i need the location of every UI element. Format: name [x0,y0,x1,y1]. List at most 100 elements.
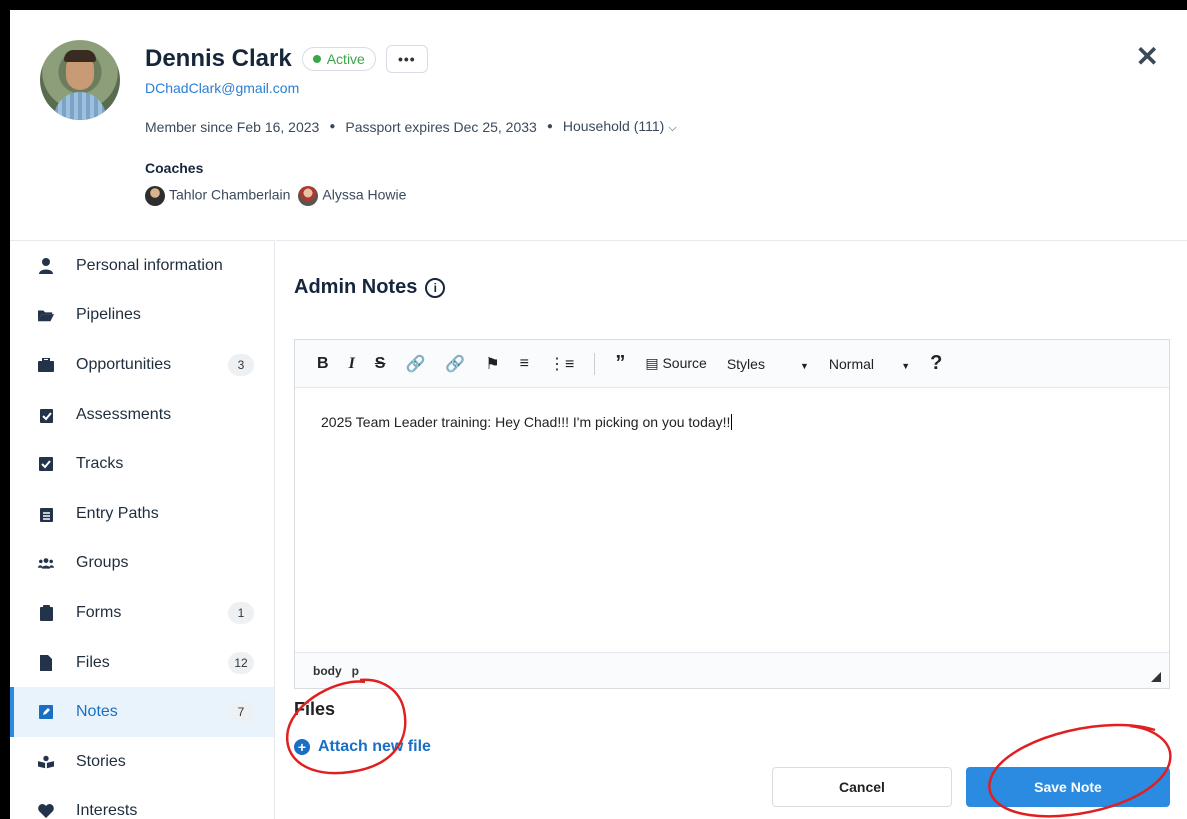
toolbar-divider [594,352,596,375]
info-icon[interactable]: i [425,277,446,298]
format-dropdown[interactable]: Normal ▼ [829,356,910,372]
path-body[interactable]: body [313,664,342,678]
sidebar-item-stories[interactable]: Stories [10,737,274,787]
sidebar-item-label: Stories [76,752,126,770]
passport-expiry: Passport expires Dec 25, 2033 [345,118,537,135]
sidebar-item-groups[interactable]: Groups [10,539,274,589]
member-since: Member since Feb 16, 2023 [145,118,320,135]
sidebar-item-label: Interests [76,802,138,819]
users-icon [38,555,54,571]
flag-icon[interactable]: ⚑ [485,354,499,374]
clipboard-list-icon [38,506,54,522]
close-icon[interactable]: ✕ [1136,40,1159,73]
sidebar-item-notes[interactable]: Notes 7 [10,687,274,737]
editor-toolbar: B I S 🔗 🔗 ⚑ ≡ ⋮≡ ” ▤ Source Styles ▼ Nor… [295,340,1169,388]
strikethrough-button[interactable]: S [375,355,386,373]
sidebar-item-label: Pipelines [76,306,141,324]
coach-name: Alyssa Howie [322,186,407,203]
resize-handle-icon[interactable] [1151,672,1161,682]
attach-label: Attach new file [318,738,431,755]
more-options-button[interactable]: ••• [385,45,428,73]
clipboard-icon [38,604,54,621]
sidebar-item-label: Personal information [76,256,223,274]
count-badge: 1 [228,601,254,624]
edit-icon [38,704,54,720]
chevron-down-icon: ⌵ [668,122,677,134]
clipboard-check-icon [38,407,54,423]
sidebar-item-tracks[interactable]: Tracks [10,439,274,489]
caret-down-icon: ▼ [799,360,809,371]
household-dropdown[interactable]: Household (111) ⌵ [563,118,677,135]
element-path-bar: body p [295,652,1169,688]
coach-item[interactable]: Alyssa Howie [298,186,406,206]
status-label: Active [326,51,365,67]
person-icon [38,257,54,274]
coaches-list: Tahlor Chamberlain Alyssa Howie [145,186,406,206]
numbered-list-icon[interactable]: ≡ [520,355,529,373]
sidebar-item-personal-information[interactable]: Personal information [10,241,274,291]
sidebar-item-interests[interactable]: Interests [10,787,274,819]
save-note-button[interactable]: Save Note [966,767,1170,807]
separator-dot-icon: ● [329,121,336,132]
checkbox-icon [38,456,54,472]
sidebar-item-pipelines[interactable]: Pipelines [10,291,274,341]
sidebar-item-forms[interactable]: Forms 1 [10,588,274,638]
status-dot-icon [312,55,321,63]
bold-button[interactable]: B [317,355,329,373]
sidebar-item-entry-paths[interactable]: Entry Paths [10,489,274,539]
path-p[interactable]: p [352,664,359,678]
files-heading: Files [294,699,336,719]
italic-button[interactable]: I [349,355,355,373]
sidebar-item-label: Assessments [76,405,172,423]
attach-file-button[interactable]: + Attach new file [294,738,431,756]
name-row: Dennis Clark Active ••• [145,45,428,73]
separator-dot-icon: ● [546,121,553,132]
coach-item[interactable]: Tahlor Chamberlain [145,186,290,206]
sidebar-item-label: Groups [76,554,129,572]
count-badge: 3 [228,353,254,376]
briefcase-icon [38,357,54,373]
coach-avatar [298,186,319,206]
source-button[interactable]: ▤ Source [645,355,706,372]
profile-sidebar: Personal information Pipelines Opportuni… [10,240,275,819]
member-name: Dennis Clark [145,45,292,72]
member-email[interactable]: DChadClark@gmail.com [145,80,299,96]
unlink-icon[interactable]: 🔗 [445,354,465,374]
count-badge: 7 [228,701,254,724]
caret-down-icon: ▼ [901,360,911,371]
folder-open-icon [38,307,54,323]
count-badge: 12 [228,651,254,674]
sidebar-item-label: Forms [76,603,122,621]
cancel-button[interactable]: Cancel [772,767,952,807]
section-title: Admin Notes i [294,276,446,299]
coaches-label: Coaches [145,160,204,176]
source-label: Source [662,355,707,371]
sidebar-item-opportunities[interactable]: Opportunities 3 [10,340,274,390]
help-button[interactable]: ? [930,352,942,375]
sidebar-item-label: Files [76,653,110,671]
sidebar-item-label: Opportunities [76,355,172,373]
format-label: Normal [828,355,875,372]
editor-content[interactable]: 2025 Team Leader training: Hey Chad!!! I… [295,388,1169,650]
rich-text-editor: B I S 🔗 🔗 ⚑ ≡ ⋮≡ ” ▤ Source Styles ▼ Nor… [294,339,1170,689]
link-icon[interactable]: 🔗 [405,354,425,374]
blockquote-icon[interactable]: ” [615,352,625,375]
styles-dropdown[interactable]: Styles ▼ [727,356,809,372]
status-badge: Active [301,47,376,71]
sidebar-item-label: Tracks [76,455,124,473]
sidebar-item-assessments[interactable]: Assessments [10,390,274,440]
notes-panel: Admin Notes i B I S 🔗 🔗 ⚑ ≡ ⋮≡ ” ▤ Sourc… [276,240,1187,819]
book-reader-icon [38,754,54,770]
file-icon [38,654,54,671]
sidebar-item-files[interactable]: Files 12 [10,638,274,688]
member-meta: Member since Feb 16, 2023 ● Passport exp… [145,118,677,135]
page-title: Admin Notes [294,276,418,298]
note-text: 2025 Team Leader training: Hey Chad!!! I… [321,414,731,430]
avatar [40,40,120,120]
plus-circle-icon: + [294,739,310,755]
profile-header: Dennis Clark Active ••• DChadClark@gmail… [10,10,1187,240]
bulleted-list-icon[interactable]: ⋮≡ [549,354,574,374]
sidebar-item-label: Notes [76,703,118,721]
coach-name: Tahlor Chamberlain [169,186,291,203]
coach-avatar [145,186,165,206]
